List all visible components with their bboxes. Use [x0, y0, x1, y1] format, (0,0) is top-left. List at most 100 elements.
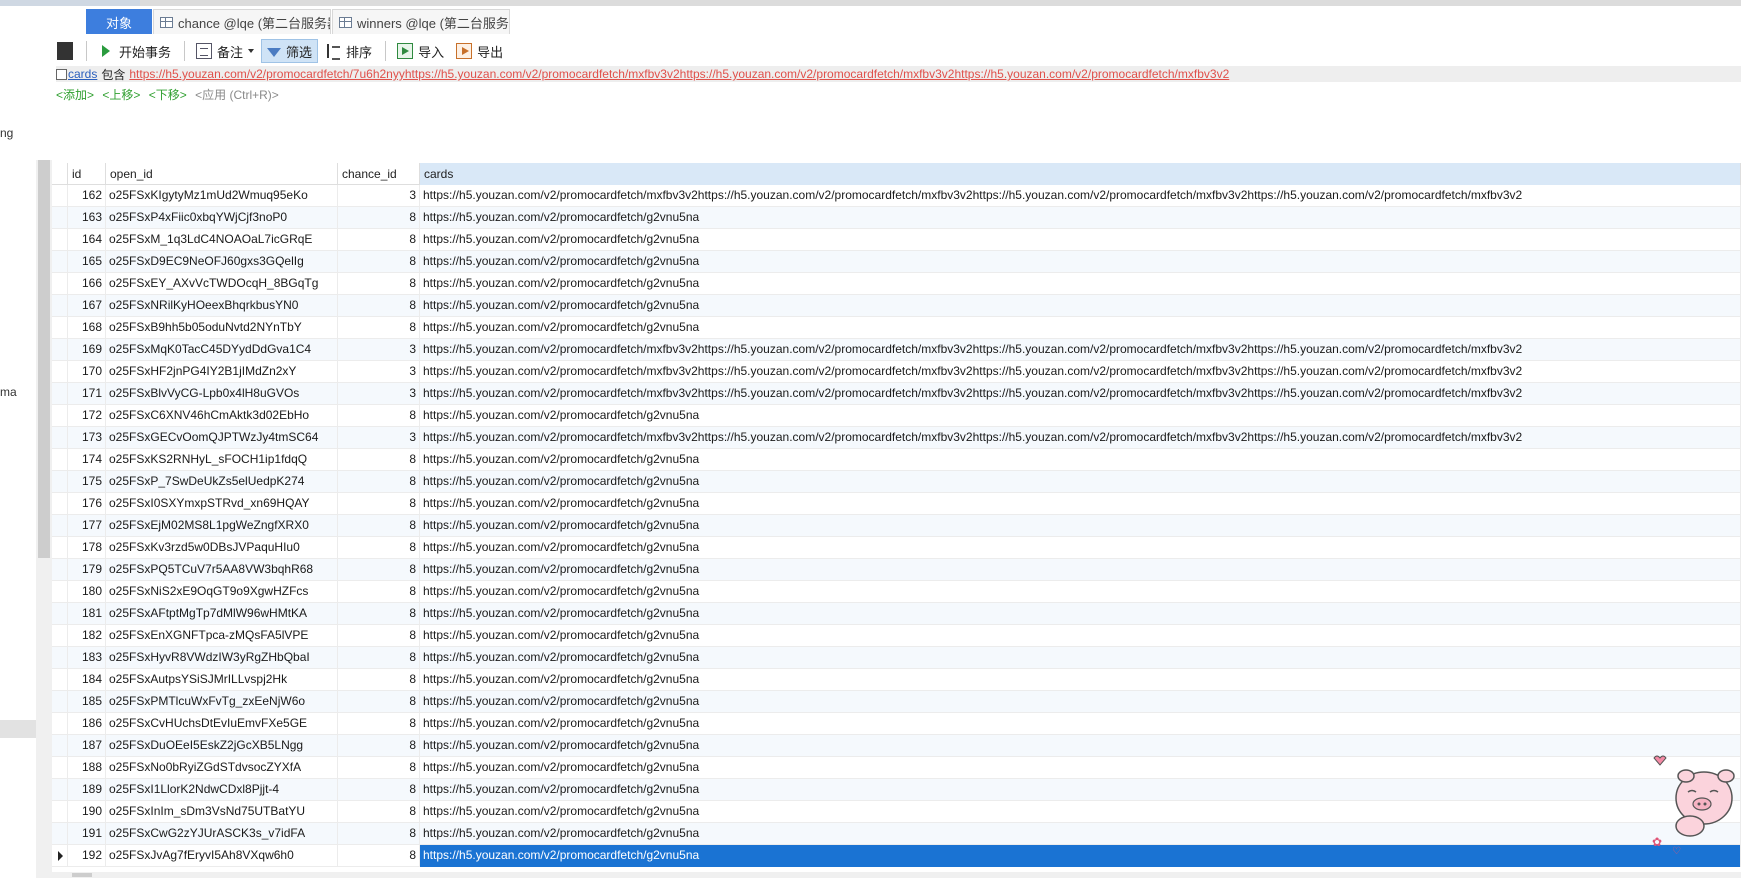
tree-item-fragment[interactable]: ng — [0, 126, 13, 140]
cell-chance-id[interactable]: 8 — [338, 779, 420, 801]
table-row[interactable]: 187 o25FSxDuOEeI5EskZ2jGcXB5LNgg 8 https://… — [52, 735, 1741, 757]
table-row[interactable]: 163 o25FSxP4xFiic0xbqYWjCjf3noP0 8 https://… — [52, 207, 1741, 229]
table-row[interactable]: 177 o25FSxEjM02MS8L1pgWeZngfXRX0 8 https://… — [52, 515, 1741, 537]
row-indicator[interactable] — [52, 493, 68, 515]
row-indicator[interactable] — [52, 823, 68, 845]
row-indicator[interactable] — [52, 801, 68, 823]
cell-cards[interactable]: https://h5.youzan.com/v2/promocardfetch/… — [420, 757, 1741, 779]
filter-button[interactable]: 筛选 — [261, 39, 319, 63]
cell-open-id[interactable]: o25FSxD9EC9NeOFJ60gxs3GQelIg — [106, 251, 338, 273]
cell-open-id[interactable]: o25FSxEnXGNFTpca-zMQsFA5lVPE — [106, 625, 338, 647]
object-tree-panel[interactable]: ng ma — [0, 6, 36, 878]
cell-open-id[interactable]: o25FSxKS2RNHyL_sFOCH1ip1fdqQ — [106, 449, 338, 471]
cell-open-id[interactable]: o25FSxI1LlorK2NdwCDxl8Pjjt-4 — [106, 779, 338, 801]
tab-chance[interactable]: chance @lqe (第二台服务器) — [153, 9, 331, 34]
cell-id[interactable]: 192 — [68, 845, 106, 867]
scrollbar-thumb[interactable] — [72, 873, 92, 877]
filter-move-down-link[interactable]: <下移> — [149, 88, 187, 102]
export-button[interactable]: 导出 — [451, 39, 508, 63]
tree-item-fragment[interactable]: ma — [0, 385, 17, 399]
table-row[interactable]: 171 o25FSxBlvVyCG-Lpb0x4lH8uGVOs 3 https://… — [52, 383, 1741, 405]
cell-chance-id[interactable]: 8 — [338, 405, 420, 427]
cell-id[interactable]: 167 — [68, 295, 106, 317]
cell-id[interactable]: 177 — [68, 515, 106, 537]
table-row[interactable]: 162 o25FSxKIgytyMz1mUd2Wmuq95eKo 3 https://… — [52, 185, 1741, 207]
row-indicator[interactable] — [52, 713, 68, 735]
cell-id[interactable]: 180 — [68, 581, 106, 603]
row-indicator[interactable] — [52, 383, 68, 405]
cell-id[interactable]: 175 — [68, 471, 106, 493]
row-indicator[interactable] — [52, 559, 68, 581]
cell-chance-id[interactable]: 3 — [338, 361, 420, 383]
row-indicator[interactable] — [52, 295, 68, 317]
column-header-open-id[interactable]: open_id — [106, 163, 338, 185]
cell-open-id[interactable]: o25FSxAutpsYSiSJMrILLvspj2Hk — [106, 669, 338, 691]
table-row[interactable]: 170 o25FSxHF2jnPG4IY2B1jIMdZn2xY 3 https://… — [52, 361, 1741, 383]
table-row[interactable]: 191 o25FSxCwG2zYJUrASCK3s_v7idFA 8 https://… — [52, 823, 1741, 845]
cell-chance-id[interactable]: 8 — [338, 625, 420, 647]
cell-id[interactable]: 172 — [68, 405, 106, 427]
table-row[interactable]: 182 o25FSxEnXGNFTpca-zMQsFA5lVPE 8 https://… — [52, 625, 1741, 647]
cell-open-id[interactable]: o25FSxEY_AXvVcTWDOcqH_8BGqTg — [106, 273, 338, 295]
cell-cards[interactable]: https://h5.youzan.com/v2/promocardfetch/… — [420, 845, 1741, 867]
table-row[interactable]: 167 o25FSxNRilKyHOeexBhqrkbusYN0 8 https://… — [52, 295, 1741, 317]
table-row[interactable]: 190 o25FSxInIm_sDm3VsNd75UTBatYU 8 https://… — [52, 801, 1741, 823]
cell-id[interactable]: 185 — [68, 691, 106, 713]
filter-value[interactable]: https://h5.youzan.com/v2/promocardfetch/… — [129, 67, 1229, 81]
data-grid[interactable]: id open_id chance_id cards 162 o25FSxKIgy… — [52, 163, 1741, 878]
cell-cards[interactable]: https://h5.youzan.com/v2/promocardfetch/… — [420, 603, 1741, 625]
cell-open-id[interactable]: o25FSxNo0bRyiZGdSTdvsocZYXfA — [106, 757, 338, 779]
filter-move-up-link[interactable]: <上移> — [102, 88, 140, 102]
cell-cards[interactable]: https://h5.youzan.com/v2/promocardfetch/… — [420, 801, 1741, 823]
cell-id[interactable]: 178 — [68, 537, 106, 559]
cell-id[interactable]: 165 — [68, 251, 106, 273]
table-row[interactable]: 169 o25FSxMqK0TacC45DYydDdGva1C4 3 https://… — [52, 339, 1741, 361]
cell-chance-id[interactable]: 8 — [338, 691, 420, 713]
cell-open-id[interactable]: o25FSxNiS2xE9OqGT9o9XgwHZFcs — [106, 581, 338, 603]
cell-chance-id[interactable]: 8 — [338, 471, 420, 493]
cell-chance-id[interactable]: 8 — [338, 273, 420, 295]
cell-open-id[interactable]: o25FSxPQ5TCuV7r5AA8VW3bqhR68 — [106, 559, 338, 581]
cell-chance-id[interactable]: 8 — [338, 757, 420, 779]
table-row[interactable]: 184 o25FSxAutpsYSiSJMrILLvspj2Hk 8 https://… — [52, 669, 1741, 691]
table-row[interactable]: 181 o25FSxAFtptMgTp7dMlW96wHMtKA 8 https://… — [52, 603, 1741, 625]
table-row[interactable]: 174 o25FSxKS2RNHyL_sFOCH1ip1fdqQ 8 https://… — [52, 449, 1741, 471]
row-indicator[interactable] — [52, 185, 68, 207]
cell-id[interactable]: 173 — [68, 427, 106, 449]
cell-chance-id[interactable]: 8 — [338, 537, 420, 559]
row-indicator[interactable] — [52, 449, 68, 471]
cell-cards[interactable]: https://h5.youzan.com/v2/promocardfetch/… — [420, 647, 1741, 669]
cell-chance-id[interactable]: 8 — [338, 317, 420, 339]
table-row[interactable]: 166 o25FSxEY_AXvVcTWDOcqH_8BGqTg 8 https://… — [52, 273, 1741, 295]
cell-id[interactable]: 191 — [68, 823, 106, 845]
row-indicator[interactable] — [52, 273, 68, 295]
tab-winners[interactable]: winners @lqe (第二台服务器)... — [332, 9, 510, 34]
tree-item-highlight[interactable] — [0, 720, 36, 738]
cell-cards[interactable]: https://h5.youzan.com/v2/promocardfetch/… — [420, 625, 1741, 647]
cell-chance-id[interactable]: 8 — [338, 801, 420, 823]
cell-chance-id[interactable]: 3 — [338, 339, 420, 361]
cell-chance-id[interactable]: 8 — [338, 207, 420, 229]
cell-open-id[interactable]: o25FSxDuOEeI5EskZ2jGcXB5LNgg — [106, 735, 338, 757]
cell-cards[interactable]: https://h5.youzan.com/v2/promocardfetch/… — [420, 515, 1741, 537]
cell-chance-id[interactable]: 3 — [338, 185, 420, 207]
table-row[interactable]: 188 o25FSxNo0bRyiZGdSTdvsocZYXfA 8 https://… — [52, 757, 1741, 779]
cell-chance-id[interactable]: 8 — [338, 713, 420, 735]
cell-open-id[interactable]: o25FSxGECvOomQJPTWzJy4tmSC64 — [106, 427, 338, 449]
vertical-scrollbar[interactable] — [36, 160, 52, 878]
cell-open-id[interactable]: o25FSxKv3rzd5w0DBsJVPaquHIu0 — [106, 537, 338, 559]
cell-chance-id[interactable]: 8 — [338, 449, 420, 471]
row-indicator[interactable] — [52, 735, 68, 757]
row-indicator[interactable] — [52, 361, 68, 383]
cell-cards[interactable]: https://h5.youzan.com/v2/promocardfetch/… — [420, 581, 1741, 603]
cell-id[interactable]: 190 — [68, 801, 106, 823]
menu-button[interactable] — [52, 39, 78, 63]
note-button[interactable]: 备注 — [191, 39, 259, 63]
sort-button[interactable]: 排序 — [320, 39, 377, 63]
cell-open-id[interactable]: o25FSxBlvVyCG-Lpb0x4lH8uGVOs — [106, 383, 338, 405]
cell-chance-id[interactable]: 8 — [338, 823, 420, 845]
cell-id[interactable]: 162 — [68, 185, 106, 207]
cell-cards[interactable]: https://h5.youzan.com/v2/promocardfetch/… — [420, 295, 1741, 317]
cell-chance-id[interactable]: 8 — [338, 669, 420, 691]
row-indicator[interactable] — [52, 757, 68, 779]
